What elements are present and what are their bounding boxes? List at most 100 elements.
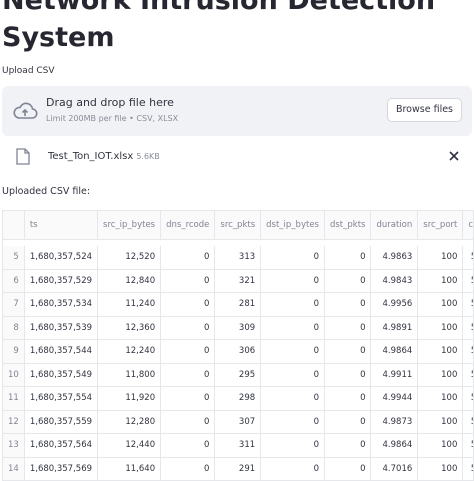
table-cell[interactable]: 0 [160,410,216,434]
table-cell[interactable]: 0 [160,269,216,293]
table-cell[interactable]: 0 [160,433,216,458]
table-cell[interactable]: 0 [324,433,372,458]
table-cell[interactable]: 100 [417,363,464,387]
table-cell[interactable]: 100 [417,292,464,317]
table-cell[interactable]: 0 [260,339,325,364]
table-cell[interactable]: 306 [214,339,262,364]
table-cell[interactable]: 4.9863 [370,246,419,270]
column-header[interactable]: src_ip_bytes [97,211,162,240]
table-cell[interactable]: 4.9864 [370,433,419,458]
table-cell[interactable]: 12,520 [97,246,162,270]
table-cell[interactable]: 1,680,357,539 [24,316,99,340]
table-cell[interactable]: 100 [417,457,464,480]
table-cell[interactable]: 1,680,357,549 [24,363,99,387]
table-row[interactable]: 51,680,357,52412,5200313004.986310050 [3,246,473,270]
table-cell[interactable]: 50 [462,457,473,480]
table-cell[interactable]: 0 [260,269,325,293]
table-cell[interactable]: 1,680,357,524 [24,246,99,270]
table-cell[interactable]: 298 [214,386,262,411]
table-cell[interactable]: 1,680,357,569 [24,457,99,480]
table-cell[interactable]: 4.9944 [370,386,419,411]
table-cell[interactable]: 291 [214,457,262,480]
table-cell[interactable]: 0 [260,246,325,270]
row-index[interactable]: 6 [3,269,25,293]
file-dropzone[interactable]: Drag and drop file here Limit 200MB per … [2,86,472,136]
table-cell[interactable]: 1,680,357,554 [24,386,99,411]
table-row[interactable]: 81,680,357,53912,3600309004.989110050 [3,316,473,340]
table-cell[interactable]: 4.7016 [370,457,419,480]
table-cell[interactable]: 100 [417,316,464,340]
table-cell[interactable]: 11,800 [97,363,162,387]
table-cell[interactable]: 4.9843 [370,269,419,293]
table-cell[interactable]: 0 [260,292,325,317]
browse-files-button[interactable]: Browse files [386,98,462,122]
table-cell[interactable]: 1,680,357,559 [24,410,99,434]
column-header[interactable]: dns_rcode [160,211,216,240]
table-cell[interactable]: 1,680,357,564 [24,433,99,458]
table-cell[interactable]: 50 [462,269,473,293]
row-index[interactable]: 5 [3,246,25,270]
row-index[interactable]: 14 [3,457,25,480]
table-cell[interactable]: 50 [462,410,473,434]
table-cell[interactable]: 4.9864 [370,339,419,364]
table-cell[interactable]: 313 [214,246,262,270]
table-row[interactable]: 71,680,357,53411,2400281004.995610050 [3,292,473,317]
table-cell[interactable]: 0 [324,410,372,434]
table-cell[interactable]: 0 [160,339,216,364]
table-cell[interactable]: 0 [324,457,372,480]
table-cell[interactable]: 0 [324,316,372,340]
table-row[interactable]: 131,680,357,56412,4400311004.986410050 [3,433,473,458]
table-row[interactable]: 121,680,357,55912,2800307004.987310050 [3,410,473,434]
row-index[interactable]: 13 [3,433,25,458]
row-index[interactable]: 8 [3,316,25,340]
column-header[interactable]: ts [24,211,99,240]
table-cell[interactable]: 100 [417,410,464,434]
table-cell[interactable]: 50 [462,433,473,458]
column-header[interactable]: dst_pkts [324,211,372,240]
table-cell[interactable]: 50 [462,316,473,340]
row-index[interactable]: 10 [3,363,25,387]
table-cell[interactable]: 307 [214,410,262,434]
table-cell[interactable]: 0 [260,457,325,480]
column-header[interactable]: dst_ip_bytes [260,211,325,240]
table-cell[interactable]: 4.9891 [370,316,419,340]
table-cell[interactable]: 295 [214,363,262,387]
table-cell[interactable]: 11,240 [97,292,162,317]
table-cell[interactable]: 321 [214,269,262,293]
table-cell[interactable]: 0 [260,433,325,458]
column-header[interactable]: duration [370,211,419,240]
table-cell[interactable]: 4.9873 [370,410,419,434]
table-cell[interactable]: 281 [214,292,262,317]
table-cell[interactable]: 4.9956 [370,292,419,317]
table-cell[interactable]: 311 [214,433,262,458]
table-cell[interactable]: 100 [417,386,464,411]
table-cell[interactable]: 0 [260,386,325,411]
table-cell[interactable]: 100 [417,269,464,293]
table-cell[interactable]: 0 [260,410,325,434]
column-header[interactable] [3,211,25,240]
table-cell[interactable]: 0 [324,386,372,411]
table-cell[interactable]: 11,640 [97,457,162,480]
table-cell[interactable]: 0 [260,316,325,340]
table-cell[interactable]: 12,240 [97,339,162,364]
table-cell[interactable]: 50 [462,292,473,317]
table-row[interactable]: 91,680,357,54412,2400306004.986410050 [3,339,473,364]
table-cell[interactable]: 100 [417,339,464,364]
table-cell[interactable]: 0 [260,363,325,387]
table-cell[interactable]: 12,360 [97,316,162,340]
table-cell[interactable]: 0 [324,339,372,364]
table-row[interactable]: 61,680,357,52912,8400321004.984310050 [3,269,473,293]
table-cell[interactable]: 0 [324,246,372,270]
column-header[interactable]: cor [462,211,473,240]
row-index[interactable]: 12 [3,410,25,434]
row-index[interactable]: 7 [3,292,25,317]
table-cell[interactable]: 50 [462,339,473,364]
table-row[interactable]: 111,680,357,55411,9200298004.994410050 [3,386,473,411]
table-cell[interactable]: 12,440 [97,433,162,458]
table-cell[interactable]: 0 [324,292,372,317]
column-header[interactable]: src_port [417,211,464,240]
column-header[interactable]: src_pkts [214,211,262,240]
table-cell[interactable]: 4.9911 [370,363,419,387]
close-icon[interactable] [446,148,462,164]
table-cell[interactable]: 0 [160,316,216,340]
